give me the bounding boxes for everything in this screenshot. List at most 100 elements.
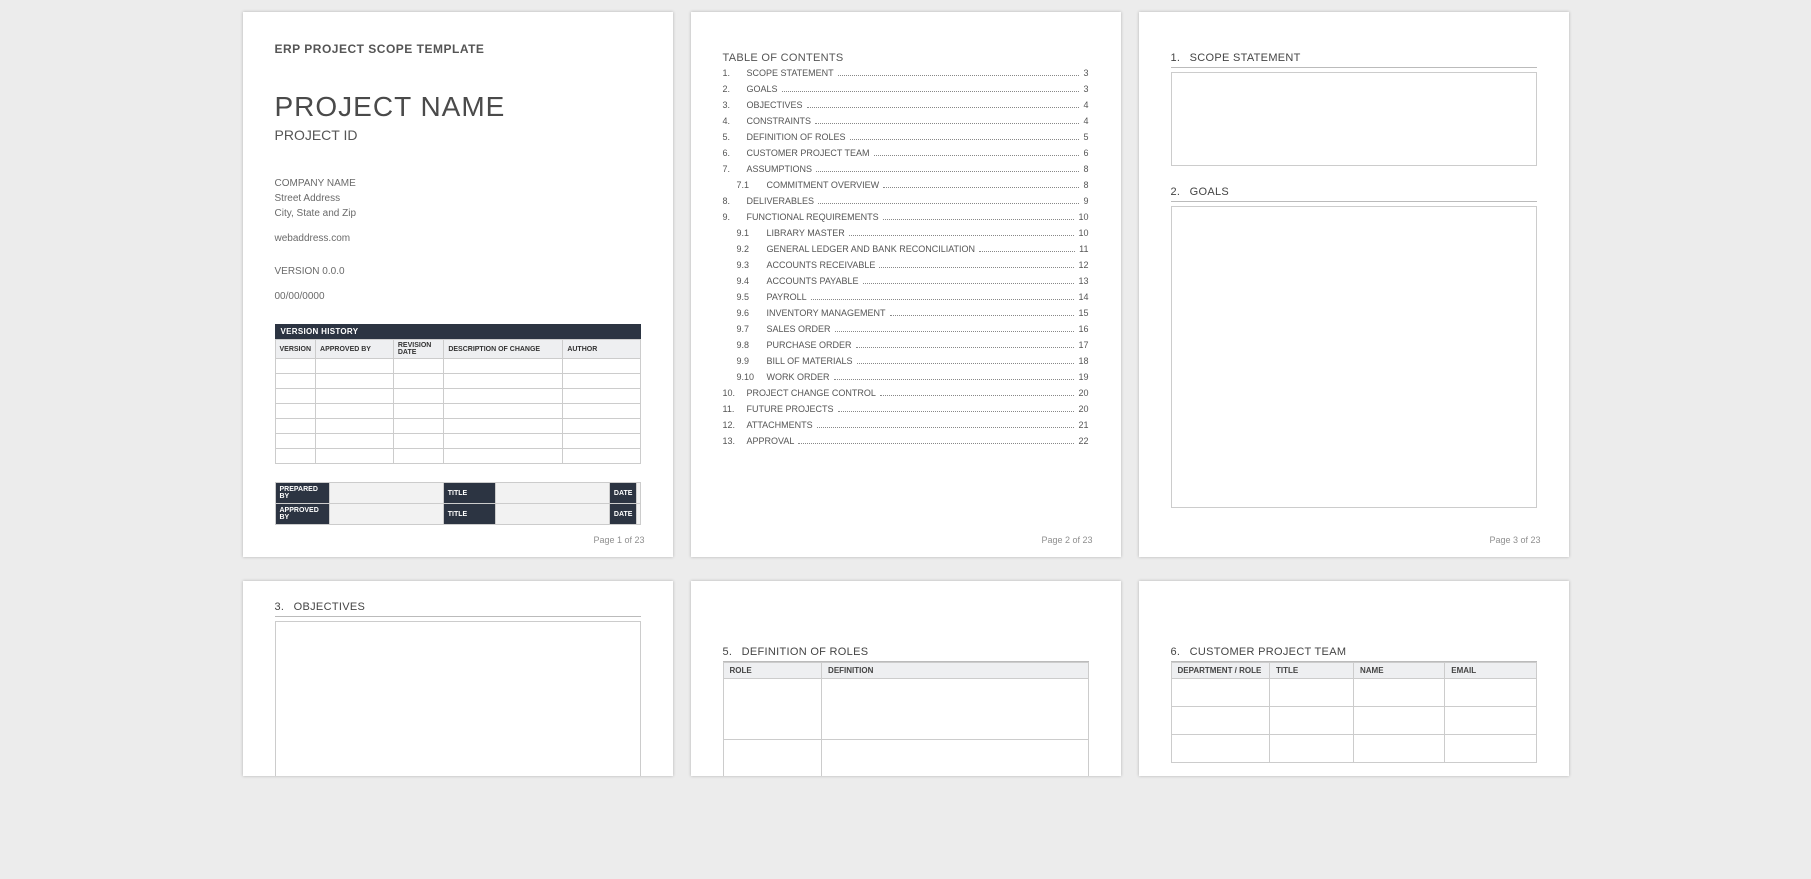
toc-leader (874, 155, 1080, 156)
toc-entry: 9.9BILL OF MATERIALS18 (723, 356, 1089, 368)
toc-leader (817, 427, 1075, 428)
toc-page: 13 (1078, 276, 1088, 286)
section-number: 5. (723, 646, 733, 658)
company-name: COMPANY NAME (275, 178, 641, 189)
toc-leader (816, 171, 1079, 172)
page-4-objectives: 3. OBJECTIVES (243, 581, 673, 776)
toc-number: 5. (723, 132, 747, 142)
table-row (723, 679, 1088, 740)
toc-entry: 2.GOALS3 (723, 84, 1089, 96)
toc-label: DEFINITION OF ROLES (747, 132, 846, 142)
toc-leader (798, 443, 1074, 444)
toc-label: ACCOUNTS PAYABLE (767, 276, 859, 286)
toc-label: ACCOUNTS RECEIVABLE (767, 260, 876, 270)
toc-leader (838, 411, 1075, 412)
team-col-name: NAME (1353, 663, 1444, 679)
toc-page: 10 (1078, 212, 1088, 222)
page-footer: Page 1 of 23 (593, 535, 644, 545)
section-number: 3. (275, 601, 285, 613)
web-address: webaddress.com (275, 233, 641, 244)
section-title: DEFINITION OF ROLES (742, 646, 869, 658)
prepared-title-label: TITLE (443, 483, 495, 504)
city-line: City, State and Zip (275, 208, 641, 219)
toc-label: ATTACHMENTS (747, 420, 813, 430)
approved-date-label: DATE (609, 504, 637, 525)
table-row (275, 374, 640, 389)
toc-label: OBJECTIVES (747, 100, 803, 110)
toc-list: 1.SCOPE STATEMENT32.GOALS33.OBJECTIVES44… (723, 68, 1089, 448)
roles-col-role: ROLE (723, 663, 822, 679)
toc-leader (811, 299, 1075, 300)
cover-title: PROJECT NAME (275, 91, 641, 123)
team-col-email: EMAIL (1445, 663, 1536, 679)
toc-page: 4 (1083, 100, 1088, 110)
section-number: 2. (1171, 186, 1181, 198)
section-number: 1. (1171, 52, 1181, 64)
toc-leader (879, 267, 1074, 268)
toc-entry: 1.SCOPE STATEMENT3 (723, 68, 1089, 80)
toc-entry: 7.1COMMITMENT OVERVIEW8 (723, 180, 1089, 192)
toc-label: PAYROLL (767, 292, 807, 302)
signoff-table: PREPARED BY TITLE DATE APPROVED BY TITLE… (275, 482, 641, 525)
toc-entry: 9.10WORK ORDER19 (723, 372, 1089, 384)
toc-entry: 8.DELIVERABLES9 (723, 196, 1089, 208)
toc-leader (818, 203, 1079, 204)
prepared-title-cell (495, 483, 609, 504)
prepared-date-cell (637, 483, 640, 504)
toc-entry: 9.3ACCOUNTS RECEIVABLE12 (723, 260, 1089, 272)
approved-title-cell (495, 504, 609, 525)
toc-page: 15 (1078, 308, 1088, 318)
toc-leader (883, 219, 1075, 220)
toc-leader (835, 331, 1075, 332)
toc-label: LIBRARY MASTER (767, 228, 845, 238)
toc-entry: 12.ATTACHMENTS21 (723, 420, 1089, 432)
toc-number: 13. (723, 436, 747, 446)
table-row (275, 434, 640, 449)
table-row (1171, 707, 1536, 735)
toc-number: 10. (723, 388, 747, 398)
toc-number: 9.5 (723, 292, 767, 302)
toc-entry: 13.APPROVAL22 (723, 436, 1089, 448)
toc-number: 7.1 (723, 180, 767, 190)
section-team-heading: 6. CUSTOMER PROJECT TEAM (1171, 646, 1537, 662)
vh-col-revision-date: REVISION DATE (393, 340, 443, 359)
toc-number: 9.8 (723, 340, 767, 350)
section-number: 6. (1171, 646, 1181, 658)
approved-by-cell (329, 504, 443, 525)
toc-leader (863, 283, 1075, 284)
toc-page: 19 (1078, 372, 1088, 382)
toc-entry: 6.CUSTOMER PROJECT TEAM6 (723, 148, 1089, 160)
toc-page: 4 (1083, 116, 1088, 126)
section-goals-heading: 2. GOALS (1171, 186, 1537, 202)
page-2-toc: TABLE OF CONTENTS 1.SCOPE STATEMENT32.GO… (691, 12, 1121, 557)
toc-entry: 9.8PURCHASE ORDER17 (723, 340, 1089, 352)
toc-page: 12 (1078, 260, 1088, 270)
prepared-by-label: PREPARED BY (275, 483, 329, 504)
toc-entry: 7.ASSUMPTIONS8 (723, 164, 1089, 176)
toc-number: 9.10 (723, 372, 767, 382)
objectives-body-box (275, 621, 641, 776)
toc-number: 9.6 (723, 308, 767, 318)
page-footer: Page 3 of 23 (1489, 535, 1540, 545)
toc-label: SCOPE STATEMENT (747, 68, 834, 78)
toc-number: 12. (723, 420, 747, 430)
approved-title-label: TITLE (443, 504, 495, 525)
street-address: Street Address (275, 193, 641, 204)
page-footer: Page 2 of 23 (1041, 535, 1092, 545)
toc-leader (856, 347, 1075, 348)
toc-page: 10 (1078, 228, 1088, 238)
toc-label: DELIVERABLES (747, 196, 815, 206)
toc-page: 9 (1083, 196, 1088, 206)
cover-kicker: ERP PROJECT SCOPE TEMPLATE (275, 42, 641, 56)
vh-col-desc: DESCRIPTION OF CHANGE (444, 340, 563, 359)
toc-number: 7. (723, 164, 747, 174)
table-row (275, 389, 640, 404)
vh-col-author: AUTHOR (563, 340, 640, 359)
toc-number: 9. (723, 212, 747, 222)
toc-page: 8 (1083, 164, 1088, 174)
version-line: VERSION 0.0.0 (275, 266, 641, 277)
toc-leader (857, 363, 1075, 364)
toc-label: SALES ORDER (767, 324, 831, 334)
section-title: SCOPE STATEMENT (1190, 52, 1301, 64)
cover-subtitle: PROJECT ID (275, 127, 641, 143)
